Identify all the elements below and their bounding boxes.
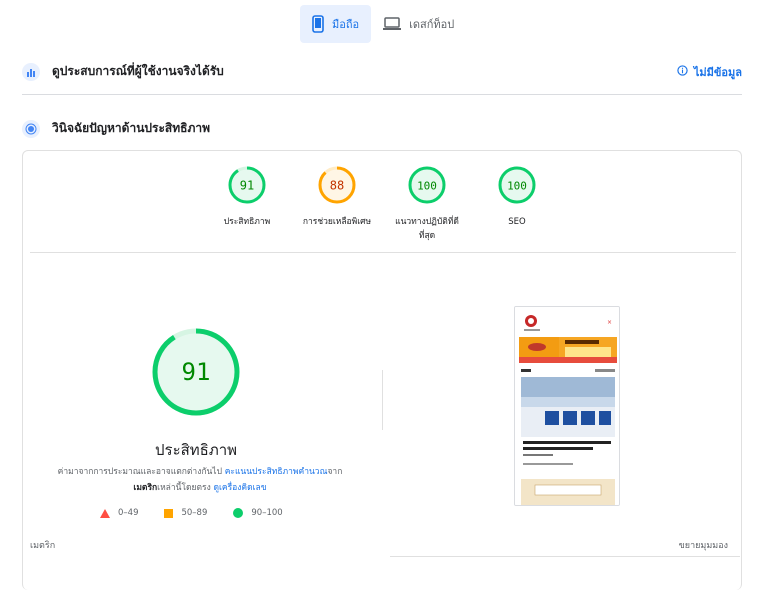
legend-range: 50–89 [181, 508, 208, 518]
lighthouse-icon [22, 119, 40, 138]
legend-average: 50–89 [164, 508, 207, 518]
gauge-ring: 100 [498, 166, 536, 204]
gauge-performance[interactable]: 91 ประสิทธิภาพ [202, 165, 292, 229]
gauge-seo[interactable]: 100 SEO [472, 165, 562, 229]
main-score-value: 91 [182, 358, 211, 386]
vertical-divider [382, 370, 383, 430]
gauge-value: 88 [330, 179, 344, 193]
gauge-value: 91 [240, 179, 254, 193]
square-icon [164, 508, 174, 518]
page-screenshot[interactable]: × [514, 306, 620, 506]
section-divider [22, 94, 742, 95]
desc-bold: เมตริก [133, 483, 158, 493]
desc-text: จาก [327, 467, 343, 477]
no-data-link[interactable]: ไม่มีข้อมูล [677, 63, 742, 81]
gauge-label: ประสิทธิภาพ [223, 217, 271, 227]
gauge-value: 100 [507, 180, 527, 193]
legend-range: 0–49 [118, 508, 139, 518]
gauge-accessibility[interactable]: 88 การช่วยเหลือพิเศษ [292, 165, 382, 229]
desc-text: เหล่านี้โดยตรง [157, 483, 214, 493]
field-data-title: ดูประสบการณ์ที่ผู้ใช้งานจริงได้รับ [52, 64, 224, 78]
tab-desktop-label: เดสก์ท็อป [409, 18, 455, 31]
mobile-icon [312, 15, 324, 33]
gauge-ring: 100 [408, 166, 446, 204]
svg-text:×: × [607, 319, 612, 326]
desc-text: ค่ามาจากการประมาณและอาจแตกต่างกันไป [57, 467, 225, 477]
score-description: ค่ามาจากการประมาณและอาจแตกต่างกันไป คะแน… [50, 464, 350, 496]
circle-icon [233, 508, 244, 518]
gauge-label: SEO [508, 217, 526, 227]
legend-range: 90–100 [251, 508, 283, 518]
legend-fail: 0–49 [100, 508, 138, 518]
no-data-label: ไม่มีข้อมูล [693, 66, 742, 79]
tab-mobile[interactable]: มือถือ [300, 5, 372, 43]
info-icon [677, 65, 688, 79]
users-chart-icon [22, 62, 40, 81]
triangle-icon [100, 508, 110, 518]
metrics-divider [390, 556, 740, 557]
diagnose-title: วินิจฉัยปัญหาด้านประสิทธิภาพ [52, 121, 211, 135]
tab-desktop[interactable]: เดสก์ท็อป [371, 5, 466, 43]
main-score-label: ประสิทธิภาพ [154, 441, 238, 459]
gauges-divider [30, 252, 736, 253]
diagnose-header: วินิจฉัยปัญหาด้านประสิทธิภาพ [22, 119, 742, 138]
device-tabs: มือถือ เดสก์ท็อป [300, 5, 466, 43]
metrics-label: เมตริก [30, 541, 56, 551]
field-data-header: ดูประสบการณ์ที่ผู้ใช้งานจริงได้รับ [22, 62, 742, 81]
gauge-label: การช่วยเหลือพิเศษ [302, 217, 372, 227]
gauge-value: 100 [417, 180, 437, 193]
main-performance-gauge: 91 [150, 326, 242, 418]
score-legend: 0–49 50–89 90–100 [100, 508, 283, 518]
gauge-best-practices[interactable]: 100 แนวทางปฏิบัติที่ดี ที่สุด [382, 165, 472, 243]
gauge-label: แนวทางปฏิบัติที่ดี ที่สุด [395, 217, 459, 241]
gauge-ring: 88 [318, 166, 356, 204]
expand-view-button[interactable]: ขยายมุมมอง [679, 538, 728, 552]
tab-mobile-label: มือถือ [332, 18, 360, 31]
perf-score-calc-link[interactable]: คะแนนประสิทธิภาพคำนวณ [225, 467, 328, 477]
screenshot-image: × [515, 307, 619, 505]
calculator-link[interactable]: ดูเครื่องคิดเลข [213, 483, 266, 493]
legend-pass: 90–100 [233, 508, 283, 518]
desktop-icon [383, 17, 402, 31]
gauge-ring: 91 [228, 166, 266, 204]
